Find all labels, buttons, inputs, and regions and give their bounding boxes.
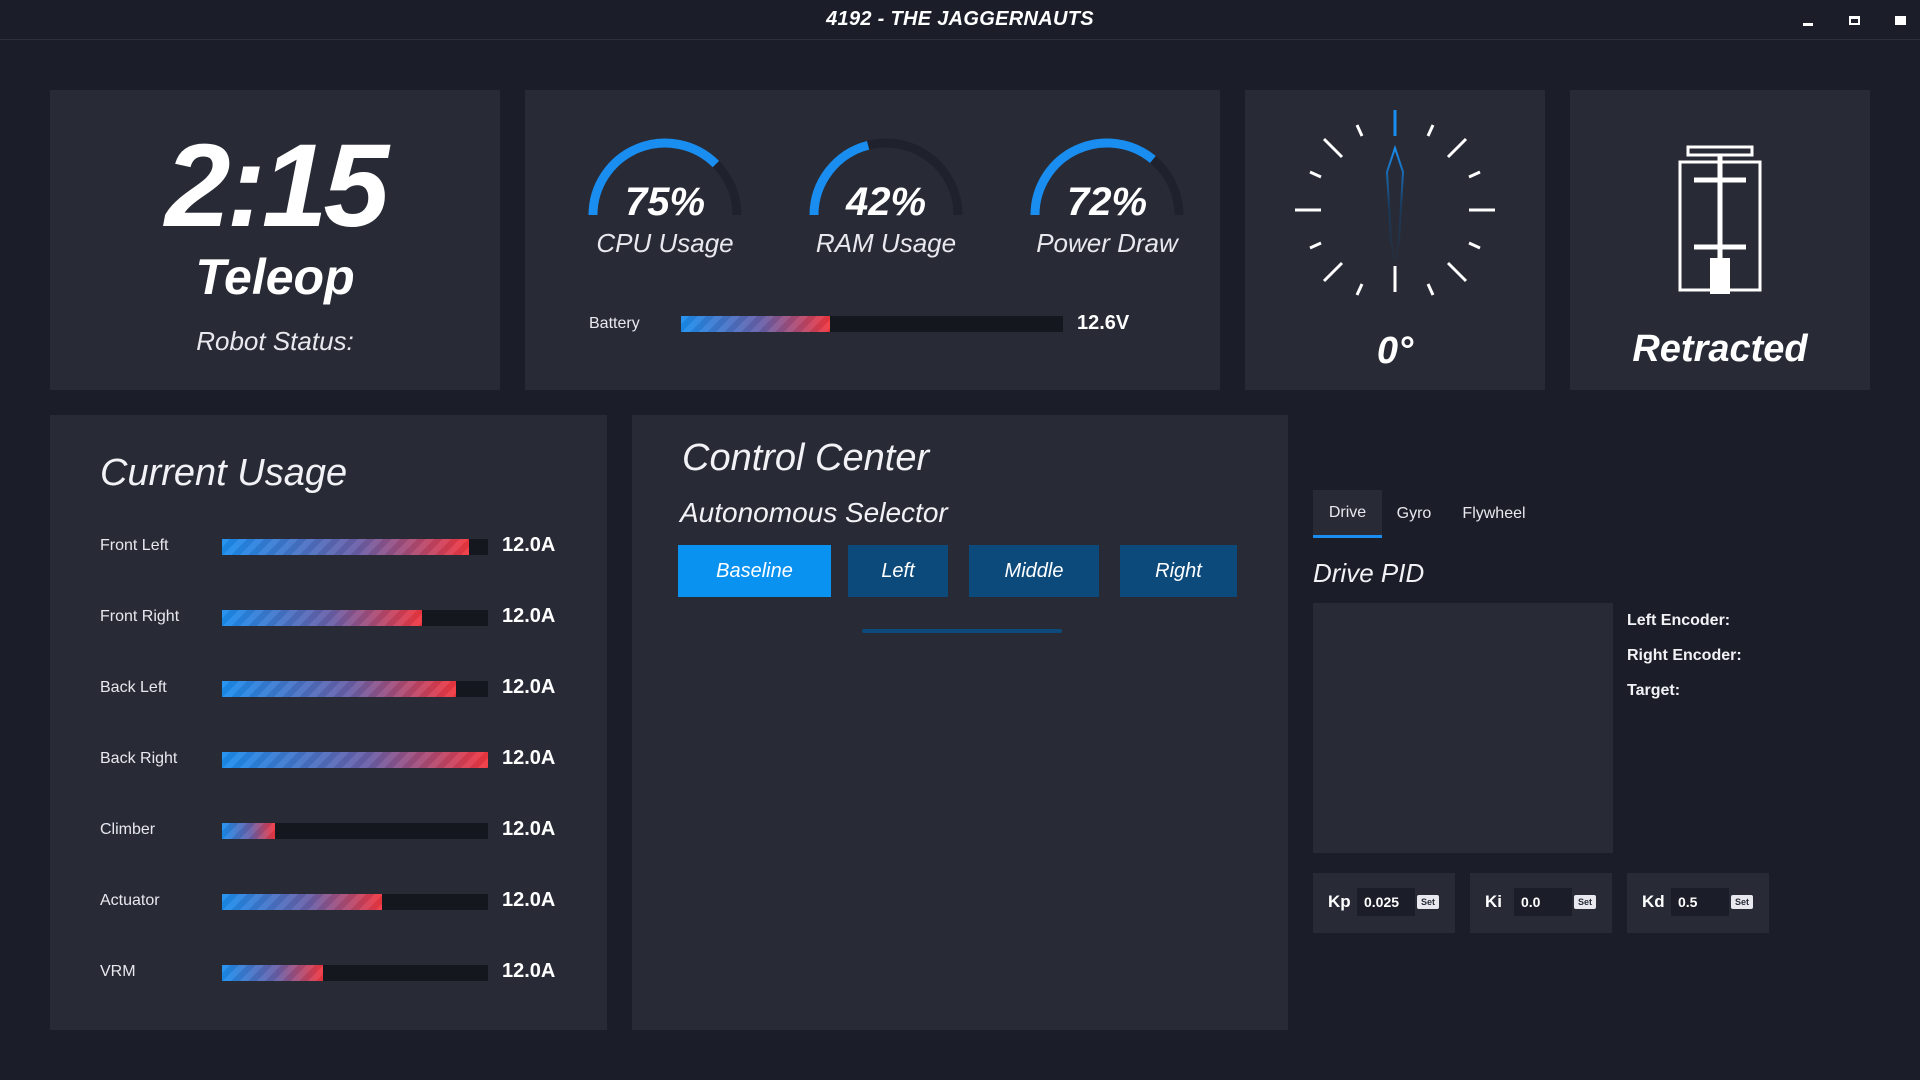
kd-control: Kd Set — [1627, 873, 1769, 933]
tab-gyro[interactable]: Gyro — [1386, 490, 1442, 538]
auto-left-button[interactable]: Left — [848, 545, 948, 597]
current-row-back-right: Back Right 12.0A — [100, 746, 580, 776]
window-title: 4192 - THE JAGGERNAUTS — [826, 8, 1094, 30]
close-button[interactable] — [1889, 10, 1911, 30]
current-row-front-left: Front Left 12.0A — [100, 533, 580, 563]
match-mode: Teleop — [195, 249, 355, 305]
current-value: 12.0A — [502, 534, 556, 556]
current-bar — [222, 823, 488, 839]
battery-bar-fill — [681, 316, 830, 332]
match-timer: 2:15 — [164, 120, 389, 252]
kp-label: Kp — [1328, 892, 1351, 911]
actuator-panel: Retracted — [1570, 90, 1870, 390]
current-value: 12.0A — [502, 605, 556, 627]
right-encoder-label: Right Encoder: — [1627, 647, 1742, 664]
current-bar-fill — [222, 681, 457, 697]
battery-label: Battery — [589, 315, 640, 332]
cpu-usage-value: 75% — [624, 180, 706, 224]
current-bar-fill — [222, 610, 422, 626]
tab-flywheel[interactable]: Flywheel — [1452, 490, 1536, 538]
current-value: 12.0A — [502, 960, 556, 982]
actuator-state: Retracted — [1632, 328, 1808, 370]
current-label: Back Left — [100, 679, 167, 696]
pid-title: Drive PID — [1313, 558, 1425, 588]
kd-set-button[interactable]: Set — [1731, 895, 1753, 909]
auto-right-button[interactable]: Right — [1120, 545, 1237, 597]
current-value: 12.0A — [502, 676, 556, 698]
left-encoder-label: Left Encoder: — [1627, 612, 1731, 629]
ki-control: Ki Set — [1470, 873, 1612, 933]
current-row-front-right: Front Right 12.0A — [100, 604, 580, 634]
maximize-button[interactable] — [1843, 10, 1865, 30]
current-label: Actuator — [100, 892, 160, 909]
current-usage-title: Current Usage — [100, 452, 348, 494]
minimize-button[interactable] — [1797, 10, 1819, 30]
gyro-dial-ticks — [1295, 110, 1495, 296]
kp-control: Kp Set — [1313, 873, 1455, 933]
auto-middle-button[interactable]: Middle — [969, 545, 1099, 597]
kp-input[interactable] — [1357, 888, 1415, 916]
match-timer-panel: 2:15 Teleop Robot Status: — [50, 90, 500, 390]
cpu-gauge: 75% CPU Usage — [580, 130, 750, 260]
gyro-dial — [1295, 110, 1495, 296]
maximize-icon — [1848, 15, 1860, 25]
current-label: Front Right — [100, 608, 180, 625]
kd-input[interactable] — [1671, 888, 1729, 916]
current-bar-fill — [222, 823, 276, 839]
minimize-icon — [1803, 22, 1813, 26]
tab-drive[interactable]: Drive — [1313, 490, 1382, 538]
actuator-icon — [1678, 145, 1762, 294]
battery-voltage: 12.6V — [1077, 312, 1130, 334]
robot-status-label: Robot Status: — [196, 326, 354, 356]
current-bar-fill — [222, 752, 488, 768]
kp-set-button[interactable]: Set — [1417, 895, 1439, 909]
ki-set-button[interactable]: Set — [1574, 895, 1596, 909]
autonomous-progress-indicator — [862, 629, 1062, 633]
battery-bar — [681, 316, 1063, 332]
current-bar — [222, 681, 488, 697]
control-center-title: Control Center — [682, 437, 930, 479]
current-label: Front Left — [100, 537, 169, 554]
pid-graph — [1313, 603, 1613, 853]
current-bar-fill — [222, 965, 324, 981]
current-bar — [222, 965, 488, 981]
power-draw-value: 72% — [1066, 180, 1148, 224]
ram-usage-label: RAM Usage — [815, 228, 957, 258]
current-label: VRM — [100, 963, 136, 980]
system-stats-panel: 75% CPU Usage 42% RAM Usage 72% Power Dr… — [525, 90, 1220, 390]
current-bar — [222, 539, 488, 555]
title-bar: 4192 - THE JAGGERNAUTS — [0, 0, 1920, 40]
ram-gauge: 42% RAM Usage — [801, 130, 971, 260]
current-bar-fill — [222, 539, 470, 555]
cpu-usage-label: CPU Usage — [596, 228, 734, 258]
current-value: 12.0A — [502, 818, 556, 840]
ram-usage-value: 42% — [845, 180, 927, 224]
current-row-climber: Climber 12.0A — [100, 817, 580, 847]
power-draw-label: Power Draw — [1036, 228, 1178, 258]
auto-baseline-button[interactable]: Baseline — [678, 545, 831, 597]
current-bar — [222, 610, 488, 626]
close-icon — [1894, 15, 1906, 25]
current-row-vrm: VRM 12.0A — [100, 959, 580, 989]
current-label: Climber — [100, 821, 156, 838]
gyro-needle — [1385, 144, 1405, 266]
current-value: 12.0A — [502, 889, 556, 911]
power-gauge: 72% Power Draw — [1022, 130, 1192, 260]
current-label: Back Right — [100, 750, 178, 767]
current-value: 12.0A — [502, 747, 556, 769]
target-label: Target: — [1627, 682, 1681, 699]
current-bar-fill — [222, 894, 382, 910]
kd-label: Kd — [1642, 892, 1665, 911]
ki-label: Ki — [1485, 892, 1502, 911]
current-bar — [222, 894, 488, 910]
current-usage-panel: Current Usage Front Left 12.0A Front Rig… — [50, 415, 607, 1030]
gyro-panel: 0° — [1245, 90, 1545, 390]
control-center-panel: Control Center Autonomous Selector Basel… — [632, 415, 1288, 1030]
ki-input[interactable] — [1514, 888, 1572, 916]
gyro-angle: 0° — [1376, 330, 1414, 372]
current-row-back-left: Back Left 12.0A — [100, 675, 580, 705]
autonomous-selector-title: Autonomous Selector — [680, 497, 948, 528]
current-row-actuator: Actuator 12.0A — [100, 888, 580, 918]
current-bar — [222, 752, 488, 768]
